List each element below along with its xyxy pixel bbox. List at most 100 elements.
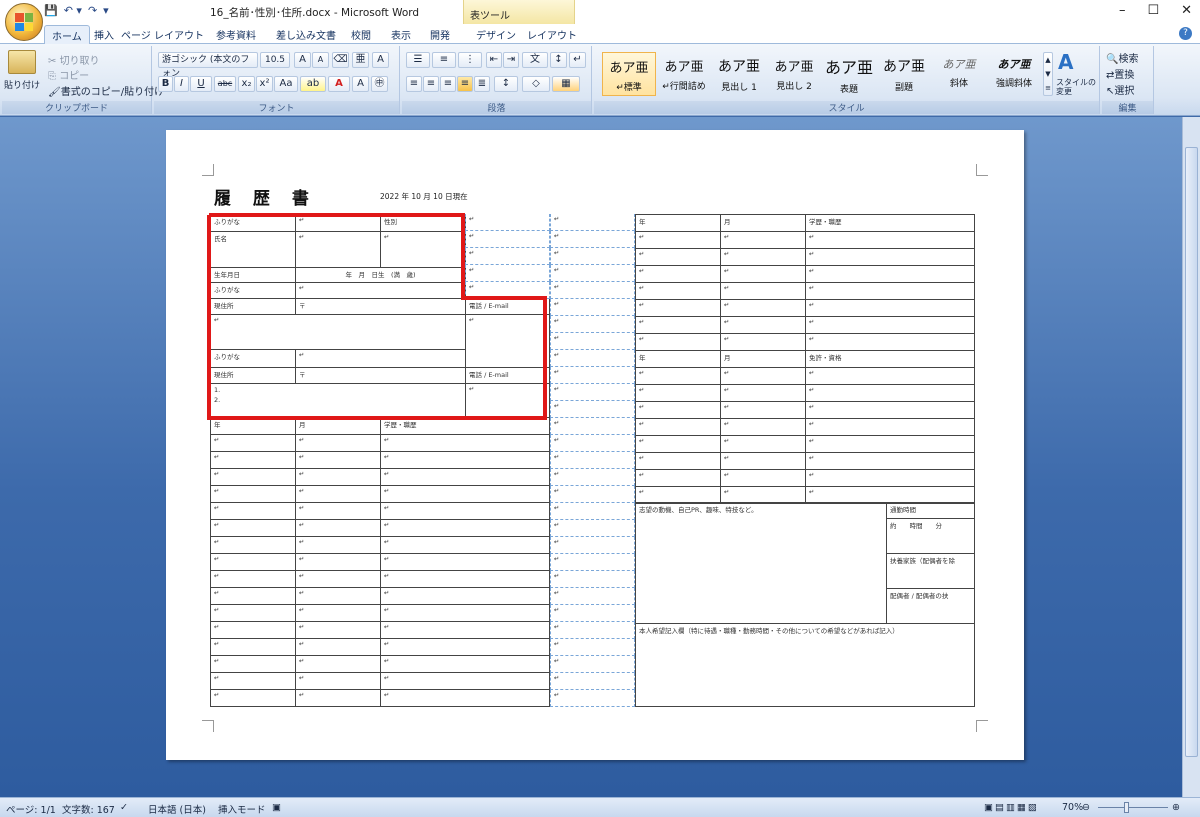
history-cell[interactable]: ↵ xyxy=(295,570,381,588)
vertical-scrollbar[interactable] xyxy=(1182,117,1200,797)
license-cell[interactable]: ↵ xyxy=(635,435,721,453)
history-cell[interactable]: ↵ xyxy=(635,265,721,283)
history-cell[interactable]: ↵ xyxy=(295,587,381,605)
zoom-level[interactable]: 70% xyxy=(1062,802,1083,813)
numbering-icon[interactable]: ≡ xyxy=(432,52,456,68)
tab-mailings[interactable]: 差し込み文書 xyxy=(276,27,336,42)
license-cell[interactable]: ↵ xyxy=(805,367,975,385)
underline-icon[interactable]: U xyxy=(190,76,212,92)
history-cell[interactable]: ↵ xyxy=(635,231,721,249)
license-cell[interactable]: ↵ xyxy=(720,367,806,385)
history-cell[interactable]: ↵ xyxy=(635,299,721,317)
shading-icon[interactable]: ◇ xyxy=(522,76,550,92)
tab-design[interactable]: デザイン xyxy=(476,27,516,42)
history-cell[interactable]: ↵ xyxy=(635,333,721,351)
view-buttons[interactable]: ▣▤▥▦▧ xyxy=(984,802,1039,813)
license-cell[interactable]: ↵ xyxy=(720,401,806,419)
phonetic-guide-icon[interactable]: 亜 xyxy=(352,52,369,68)
macro-record-icon[interactable]: ▣ xyxy=(272,802,281,813)
distributed-icon[interactable]: ≣ xyxy=(474,76,490,92)
tab-layout[interactable]: レイアウト xyxy=(527,27,577,42)
history-cell[interactable]: ↵ xyxy=(380,655,550,673)
history-cell[interactable]: ↵ xyxy=(210,672,296,690)
history-cell[interactable]: ↵ xyxy=(720,265,806,283)
history-cell[interactable]: ↵ xyxy=(380,519,550,537)
bullets-icon[interactable]: ☰ xyxy=(406,52,430,68)
history-cell[interactable]: ↵ xyxy=(295,451,381,469)
history-cell[interactable]: ↵ xyxy=(380,672,550,690)
license-cell[interactable]: ↵ xyxy=(635,401,721,419)
history-cell[interactable]: ↵ xyxy=(720,316,806,334)
license-cell[interactable]: ↵ xyxy=(805,418,975,436)
history-cell[interactable]: ↵ xyxy=(635,248,721,266)
strikethrough-icon[interactable]: abc xyxy=(214,76,236,92)
copy-button[interactable]: ⎘ コピー xyxy=(48,67,89,82)
history-cell[interactable]: ↵ xyxy=(805,231,975,249)
italic-icon[interactable]: I xyxy=(174,76,189,92)
tab-insert[interactable]: 挿入 xyxy=(94,27,114,42)
history-cell[interactable]: ↵ xyxy=(805,248,975,266)
zoom-slider-thumb[interactable] xyxy=(1124,802,1129,813)
maximize-icon[interactable]: ☐ xyxy=(1147,3,1159,18)
bold-icon[interactable]: B xyxy=(158,76,173,92)
increase-indent-icon[interactable]: ⇥ xyxy=(503,52,519,68)
history-cell[interactable]: ↵ xyxy=(380,468,550,486)
multilevel-list-icon[interactable]: ⋮ xyxy=(458,52,482,68)
history-cell[interactable]: ↵ xyxy=(805,299,975,317)
history-cell[interactable]: ↵ xyxy=(210,621,296,639)
license-cell[interactable]: ↵ xyxy=(720,469,806,487)
font-size-dropdown[interactable]: 10.5 xyxy=(260,52,290,68)
superscript-icon[interactable]: x² xyxy=(256,76,273,92)
year-header[interactable]: 年 xyxy=(635,214,721,232)
license-cell[interactable]: ↵ xyxy=(720,452,806,470)
office-button[interactable] xyxy=(5,3,43,41)
history-cell[interactable]: ↵ xyxy=(720,282,806,300)
history-cell[interactable]: ↵ xyxy=(380,587,550,605)
history-cell[interactable]: ↵ xyxy=(380,451,550,469)
font-color-icon[interactable]: A xyxy=(328,76,350,92)
history-cell[interactable]: ↵ xyxy=(380,570,550,588)
history-cell[interactable]: ↵ xyxy=(380,553,550,571)
license-cell[interactable]: ↵ xyxy=(805,452,975,470)
history-cell[interactable]: ↵ xyxy=(380,502,550,520)
show-marks-icon[interactable]: ↵ xyxy=(569,52,586,68)
license-header[interactable]: 免許・資格 xyxy=(805,350,975,368)
change-styles-button[interactable]: スタイルの変更 xyxy=(1056,78,1096,96)
tab-developer[interactable]: 開発 xyxy=(430,27,450,42)
insert-mode[interactable]: 挿入モード xyxy=(218,802,266,816)
license-cell[interactable]: ↵ xyxy=(635,452,721,470)
sort-icon[interactable]: ↕ xyxy=(550,52,567,68)
history-cell[interactable]: ↵ xyxy=(720,248,806,266)
change-case-icon[interactable]: Aa xyxy=(274,76,298,92)
history-cell[interactable]: ↵ xyxy=(210,536,296,554)
zoom-slider[interactable] xyxy=(1098,807,1168,808)
history-cell[interactable]: ↵ xyxy=(210,570,296,588)
history-cell[interactable]: ↵ xyxy=(720,299,806,317)
select-button[interactable]: ↖選択 xyxy=(1106,82,1134,97)
styles-scroll-icon[interactable]: ▲ ▼ ≡ xyxy=(1043,52,1053,96)
zoom-out-icon[interactable]: ⊖ xyxy=(1082,802,1090,813)
license-cell[interactable]: ↵ xyxy=(805,384,975,402)
zoom-in-icon[interactable]: ⊕ xyxy=(1172,802,1180,813)
page-count[interactable]: ページ: 1/1 xyxy=(6,802,56,816)
replace-button[interactable]: ⇄置換 xyxy=(1106,66,1134,81)
style-item-intense-emphasis[interactable]: あア亜 強調斜体 xyxy=(987,52,1041,96)
history-cell[interactable]: ↵ xyxy=(720,333,806,351)
license-cell[interactable]: ↵ xyxy=(720,384,806,402)
history-cell[interactable]: ↵ xyxy=(380,485,550,503)
history-cell[interactable]: ↵ xyxy=(210,451,296,469)
history-cell[interactable]: ↵ xyxy=(295,689,381,707)
highlight-color-icon[interactable]: ab xyxy=(300,76,326,92)
history-header[interactable]: 学歴・職歴 xyxy=(805,214,975,232)
history-cell[interactable]: ↵ xyxy=(805,316,975,334)
style-item-title[interactable]: あア亜 表題 xyxy=(822,52,876,96)
tab-page-layout[interactable]: ページ レイアウト xyxy=(121,27,204,42)
dependents-label[interactable]: 扶養家族（配偶者を除 xyxy=(886,553,975,589)
history-cell[interactable]: ↵ xyxy=(295,638,381,656)
wishes-box[interactable]: 本人希望記入欄（特に待遇・職種・勤務時間・その他についての希望などがあれば記入） xyxy=(635,623,975,707)
history-cell[interactable]: ↵ xyxy=(380,536,550,554)
history-cell[interactable]: ↵ xyxy=(635,282,721,300)
history-cell[interactable]: ↵ xyxy=(635,316,721,334)
clear-format-icon[interactable]: ⌫ xyxy=(332,52,349,68)
history-cell[interactable]: ↵ xyxy=(210,655,296,673)
